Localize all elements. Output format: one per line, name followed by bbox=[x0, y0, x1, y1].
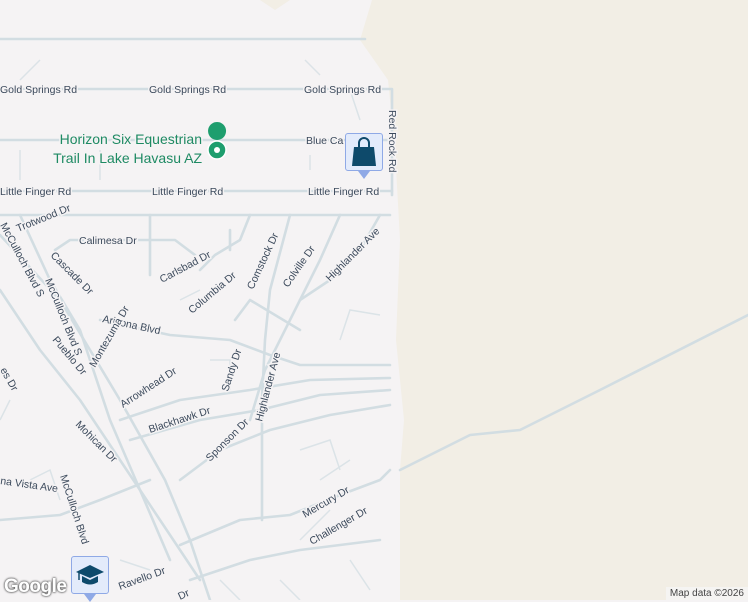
comstock-dr-label: Comstock Dr bbox=[245, 231, 282, 292]
map-canvas[interactable]: Gold Springs Rd Gold Springs Rd Gold Spr… bbox=[0, 0, 748, 600]
edge-dr-label: Dr bbox=[176, 587, 192, 600]
map-attribution[interactable]: Map data ©2026 bbox=[665, 587, 748, 600]
highlander-ave-label: Highlander Ave bbox=[253, 351, 283, 423]
calimesa-dr-label: Calimesa Dr bbox=[79, 235, 137, 247]
sandy-dr-label: Sandy Dr bbox=[219, 347, 244, 393]
colville-dr-label: Colville Dr bbox=[281, 243, 319, 289]
poi-name: Horizon Six Equestrian bbox=[60, 131, 202, 147]
montezuma-dr-label: Montezuma Dr bbox=[87, 303, 132, 369]
google-logo[interactable]: Google bbox=[4, 576, 67, 598]
shopping-bag-icon bbox=[352, 137, 376, 166]
mcculloch-blvd-label: McCulloch Blvd bbox=[57, 473, 91, 546]
gold-springs-rd-label: Gold Springs Rd bbox=[304, 84, 381, 96]
ravello-dr-label: Ravello Dr bbox=[117, 565, 168, 593]
poi-horizon-six[interactable]: Horizon Six Equestrian Trail In Lake Hav… bbox=[52, 122, 227, 168]
desert-area bbox=[360, 0, 748, 600]
shopping-marker[interactable] bbox=[345, 133, 383, 179]
gold-springs-rd-label: Gold Springs Rd bbox=[0, 84, 77, 96]
carlsbad-dr-label: Carlsbad Dr bbox=[158, 249, 214, 286]
poi-name: Trail In Lake Havasu AZ bbox=[53, 150, 202, 166]
little-finger-rd-label: Little Finger Rd bbox=[0, 186, 71, 198]
little-finger-rd-label: Little Finger Rd bbox=[308, 186, 379, 198]
red-rock-rd-label: Red Rock Rd bbox=[386, 110, 398, 173]
graduation-cap-icon bbox=[76, 565, 104, 585]
gold-springs-rd-label: Gold Springs Rd bbox=[149, 84, 226, 96]
buena-vista-ave-label: na Vista Ave bbox=[0, 475, 59, 495]
edge-dr-label: es Dr bbox=[0, 366, 21, 394]
trotwood-dr-label: Trotwood Dr bbox=[15, 202, 73, 235]
little-finger-rd-label: Little Finger Rd bbox=[152, 186, 223, 198]
school-marker[interactable] bbox=[71, 556, 109, 602]
blue-canyon-label: Blue Ca bbox=[306, 135, 344, 147]
